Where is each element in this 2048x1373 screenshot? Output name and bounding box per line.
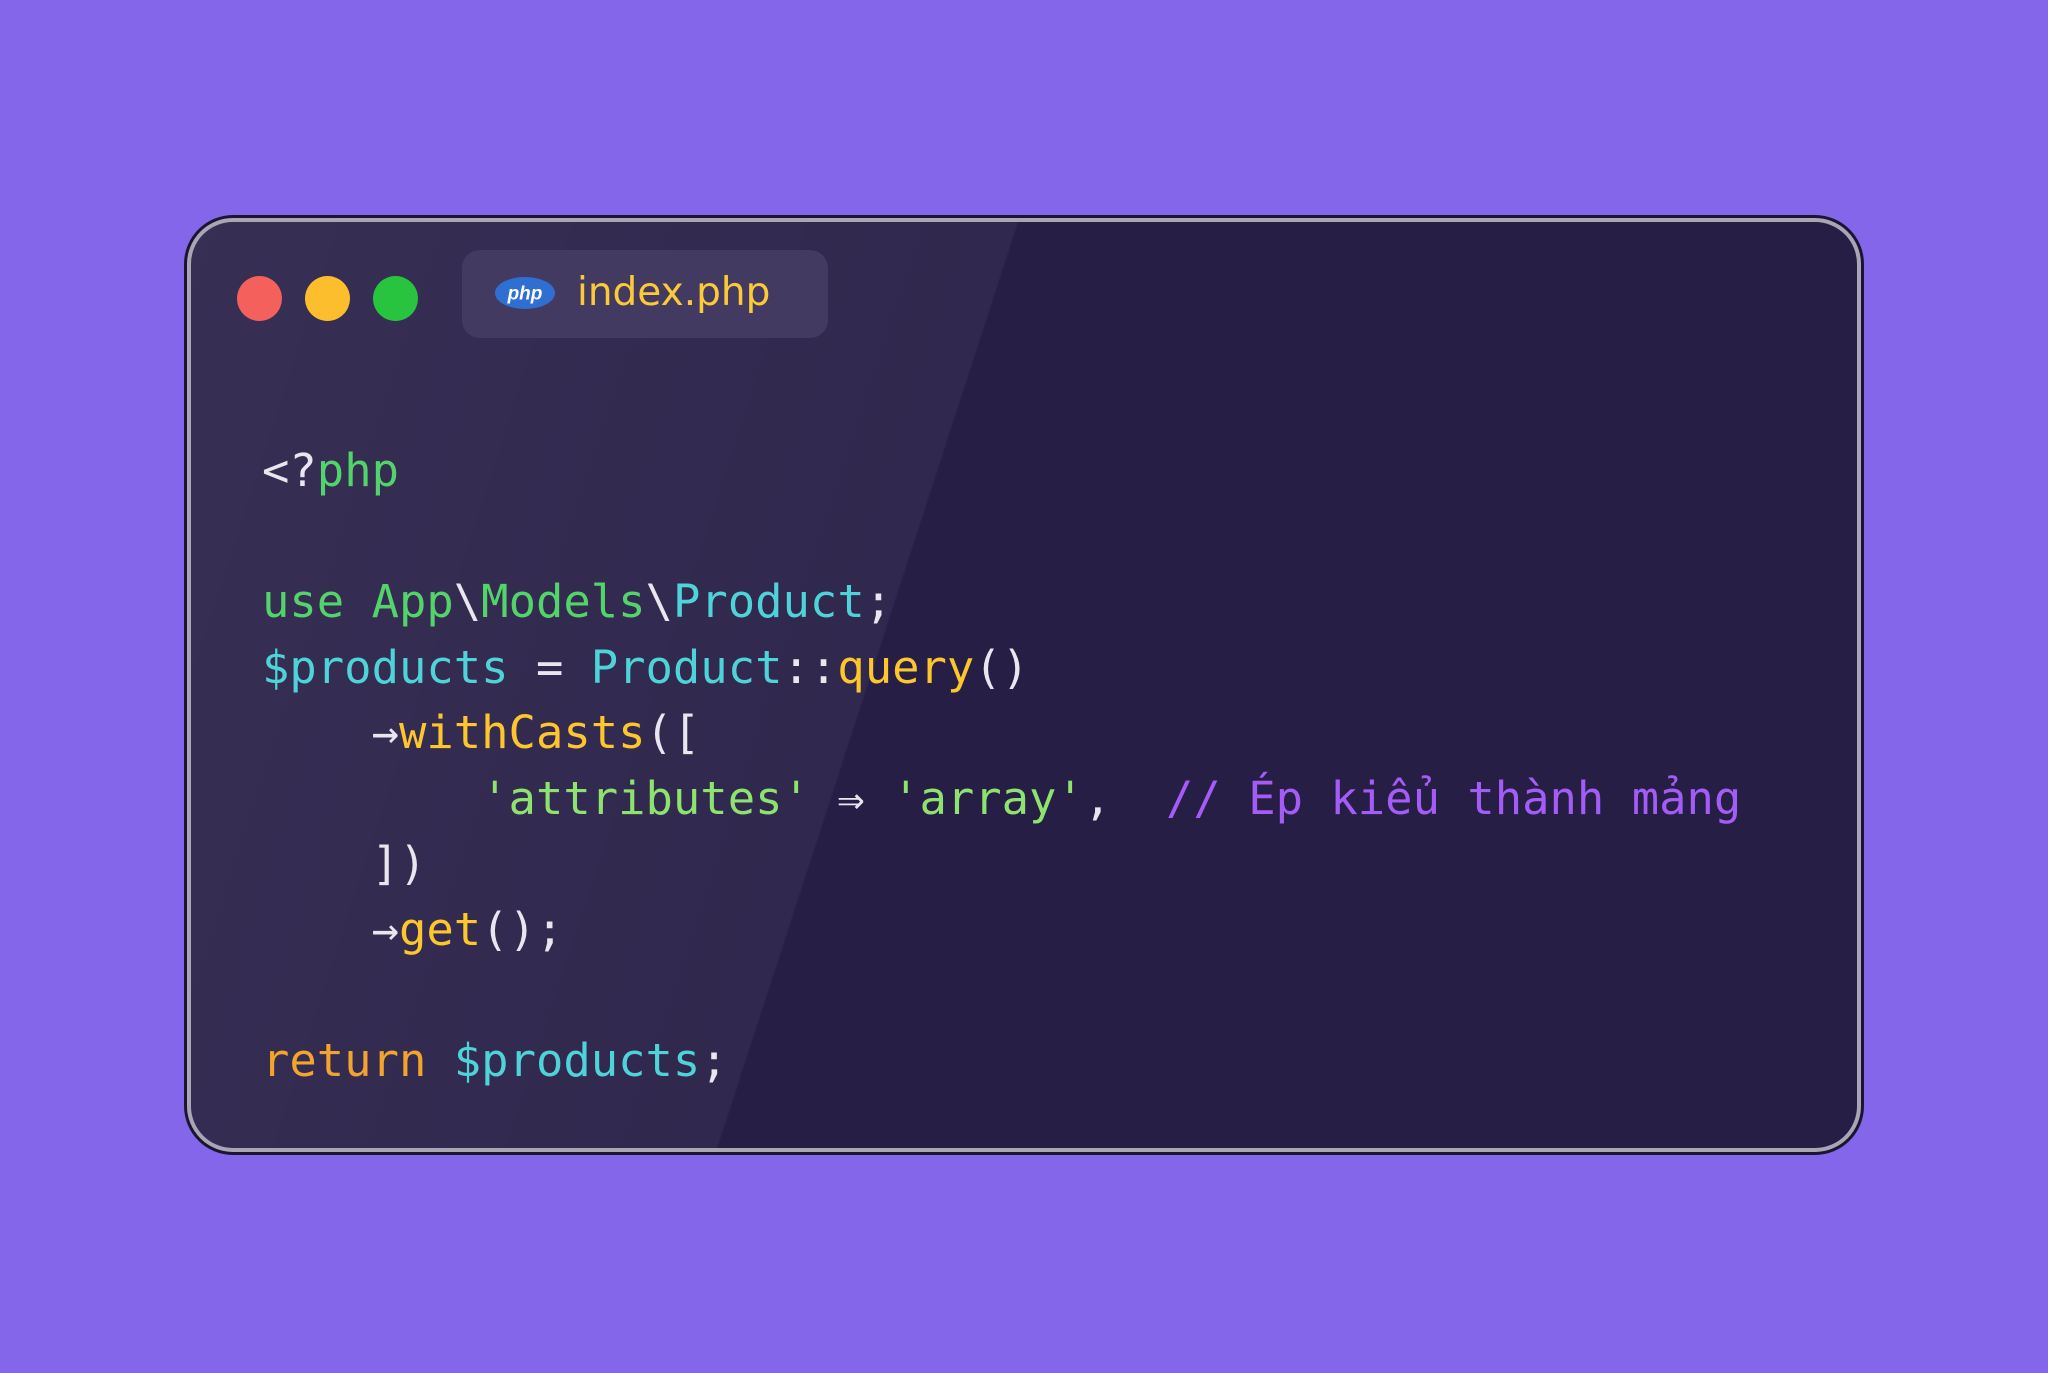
code-token: Product xyxy=(590,640,783,694)
close-button[interactable] xyxy=(237,276,282,321)
code-line: →get(); xyxy=(262,897,1741,963)
code-token: Product xyxy=(672,575,865,628)
tab-filename: index.php xyxy=(577,270,771,315)
code-token: = xyxy=(508,640,591,694)
code-token: \ xyxy=(645,575,673,628)
file-tab[interactable]: php index.php xyxy=(462,250,828,338)
code-line: use App\Models\Product; xyxy=(262,569,1741,635)
code-token: (); xyxy=(481,902,564,956)
minimize-button[interactable] xyxy=(305,276,350,321)
code-token: ([ xyxy=(645,706,701,759)
code-token: ; xyxy=(864,575,893,628)
code-token: Models xyxy=(481,575,646,628)
code-token: $products xyxy=(453,1033,701,1087)
code-token: use xyxy=(262,575,372,628)
php-logo-icon: php xyxy=(495,277,555,309)
code-line: $products = Product::query() xyxy=(262,635,1741,701)
code-token: withCasts xyxy=(398,706,646,759)
code-line: return $products; xyxy=(262,1028,1741,1094)
code-line: 'attributes' ⇒ 'array', // Ép kiểu thành… xyxy=(262,766,1741,832)
code-line: <?php xyxy=(262,438,1741,504)
window-controls xyxy=(237,276,418,321)
code-block: <?php use App\Models\Product; $products =… xyxy=(262,438,1741,1093)
page-background: php index.php <?php use App\Models\Produ… xyxy=(0,0,2048,1373)
code-token: 'attributes' xyxy=(481,771,810,825)
code-token: <? xyxy=(262,444,317,497)
code-token: ]) xyxy=(371,837,427,890)
code-token: , xyxy=(1083,771,1167,825)
code-token: return xyxy=(262,1033,427,1087)
code-line: →withCasts([ xyxy=(262,700,1741,766)
code-token: ⇒ xyxy=(809,771,893,825)
code-token: php xyxy=(316,444,399,497)
php-logo-text: php xyxy=(507,284,543,305)
code-token: :: xyxy=(782,640,838,694)
code-comment: // Ép kiểu thành mảng xyxy=(1166,771,1742,825)
code-token: App xyxy=(371,575,454,628)
code-token: () xyxy=(974,640,1030,694)
code-token: → xyxy=(371,902,399,956)
code-token: ; xyxy=(700,1033,728,1087)
code-window: php index.php <?php use App\Models\Produ… xyxy=(187,218,1861,1152)
code-line: ]) xyxy=(262,831,1741,897)
code-token: → xyxy=(371,706,399,759)
code-token: 'array' xyxy=(892,771,1084,825)
maximize-button[interactable] xyxy=(373,276,418,321)
code-token: \ xyxy=(453,575,482,628)
code-token: $products xyxy=(262,640,509,694)
code-token: get xyxy=(398,902,482,956)
code-token: query xyxy=(837,640,975,694)
